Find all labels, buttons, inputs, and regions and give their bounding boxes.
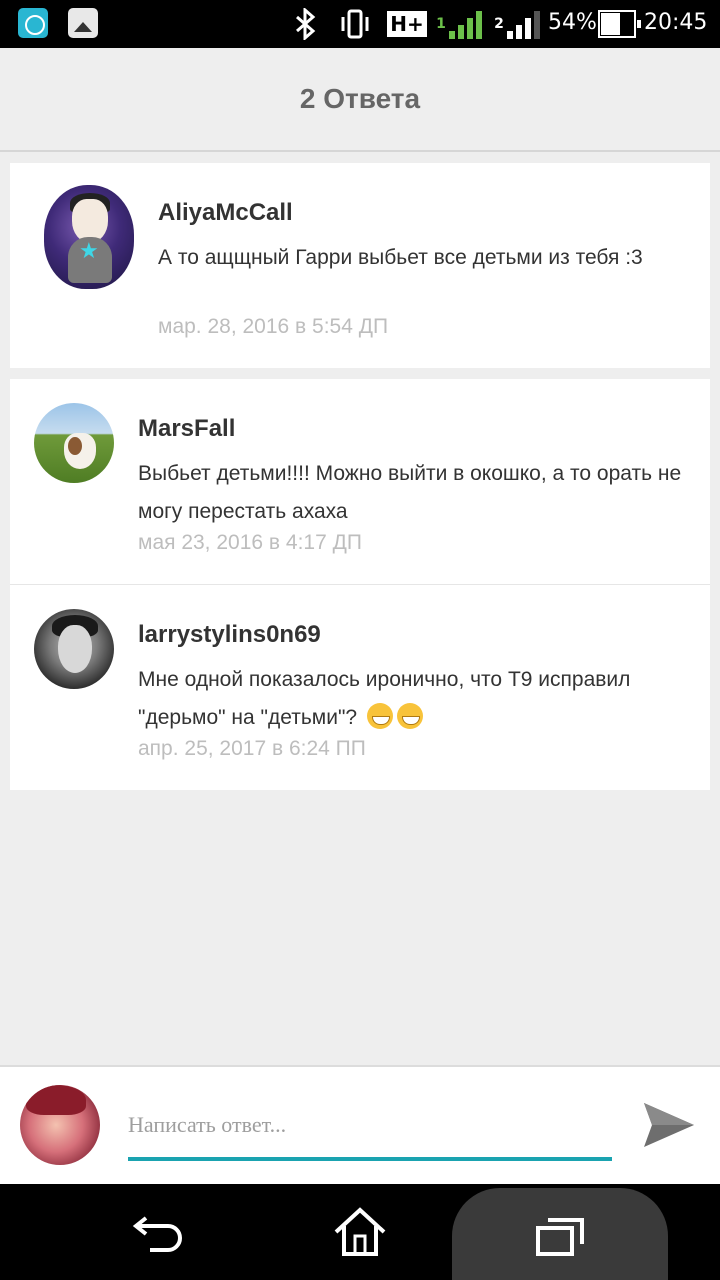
reply-username[interactable]: MarsFall [138, 415, 235, 443]
comment-text: А то ащщный Гарри выбьет все детьми из т… [158, 246, 643, 269]
page-title: 2 Ответа [299, 83, 421, 114]
comment-date: мар. 28, 2016 в 5:54 ДП [158, 315, 389, 338]
reply-item: larrystylins0n69 Мне одной показалось ир… [10, 584, 710, 790]
input-underline [128, 1157, 612, 1161]
clock: 20:45 [644, 10, 708, 35]
reply-input[interactable] [128, 1105, 612, 1145]
reply-text-block: Мне одной показалось иронично, что Т9 ис… [138, 661, 694, 737]
reply-date: мая 23, 2016 в 4:17 ДП [138, 531, 362, 554]
bluetooth-icon [290, 6, 320, 42]
signal-sim2-icon: 2 [494, 6, 540, 42]
avatar[interactable] [34, 403, 114, 483]
signal-sim1-icon: 1 [430, 6, 488, 42]
replies-card: MarsFall Выбьет детьми!!!! Можно выйти в… [10, 379, 710, 790]
battery-percent: 54% [548, 10, 597, 35]
back-button[interactable] [110, 1184, 210, 1280]
original-comment-card: ★ AliyaMcCall А то ащщный Гарри выбьет в… [10, 163, 710, 368]
comment-username[interactable]: AliyaMcCall [158, 199, 293, 227]
vibrate-icon [338, 6, 372, 42]
status-bar: H+ 1 2 54% 20:45 [0, 0, 720, 48]
h-plus-icon: H+ [387, 6, 427, 42]
reply-item: MarsFall Выбьет детьми!!!! Можно выйти в… [10, 379, 710, 584]
reply-composer [0, 1065, 720, 1184]
fitness-app-icon [18, 8, 48, 38]
avatar[interactable] [34, 609, 114, 689]
reply-username[interactable]: larrystylins0n69 [138, 621, 321, 649]
recent-apps-button[interactable] [452, 1188, 668, 1280]
home-icon [334, 1207, 386, 1256]
back-icon [132, 1216, 182, 1252]
avatar[interactable]: ★ [44, 185, 134, 289]
app-header: 2 Ответа [0, 48, 720, 152]
send-icon [644, 1103, 694, 1147]
reply-text: Выбьет детьми!!!! Можно выйти в окошко, … [138, 462, 682, 523]
grinning-face-emoji [396, 703, 423, 729]
grinning-face-emoji [366, 703, 393, 729]
home-button[interactable] [310, 1184, 410, 1280]
battery-icon [598, 10, 641, 38]
send-button[interactable] [636, 1097, 700, 1153]
navigation-bar [0, 1184, 720, 1280]
reply-date: апр. 25, 2017 в 6:24 ПП [138, 737, 366, 760]
recent-apps-icon [536, 1218, 584, 1256]
gallery-icon [68, 8, 98, 38]
avatar [20, 1085, 100, 1165]
